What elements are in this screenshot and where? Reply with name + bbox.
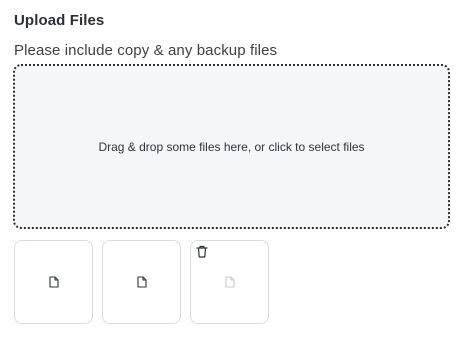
file-thumbnail[interactable] — [14, 240, 93, 324]
file-icon — [224, 276, 235, 288]
trash-icon[interactable] — [196, 245, 208, 258]
upload-files-subtitle: Please include copy & any backup files — [14, 42, 278, 59]
file-icon — [48, 276, 59, 288]
file-dropzone[interactable]: Drag & drop some files here, or click to… — [13, 64, 450, 229]
upload-files-title: Upload Files — [14, 12, 105, 29]
file-thumbnail[interactable] — [102, 240, 181, 324]
file-icon — [136, 276, 147, 288]
dropzone-instructions: Drag & drop some files here, or click to… — [98, 139, 365, 154]
file-thumbnail-list — [14, 240, 278, 324]
file-thumbnail[interactable] — [190, 240, 269, 324]
